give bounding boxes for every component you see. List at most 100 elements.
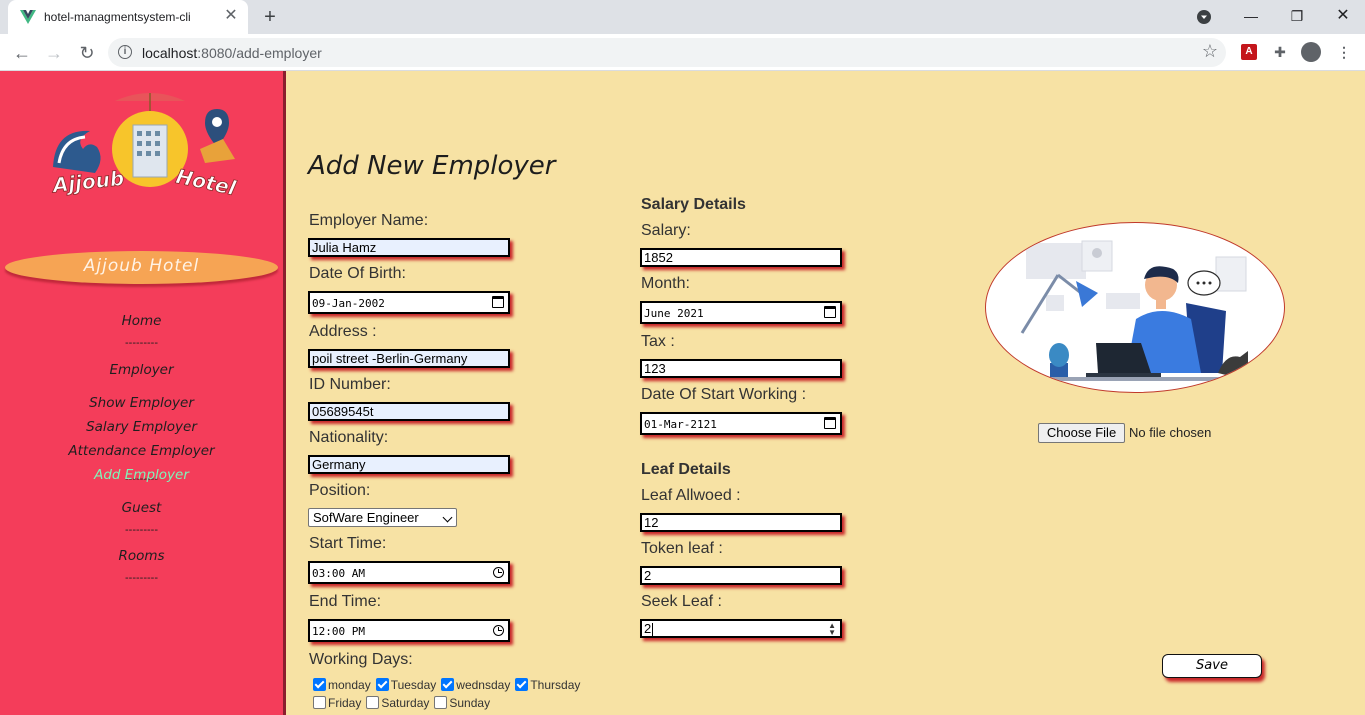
salary-field[interactable]: 1852 — [640, 248, 842, 267]
nav-separator: --------- — [125, 337, 158, 349]
working-days-row-1: monday Tuesday wednsday Thursday — [313, 678, 585, 692]
page: Ajjoub Hotel Ajjoub Hotel Home ---------… — [0, 71, 1365, 715]
leaf-allowed-field[interactable]: 12 — [640, 513, 842, 532]
svg-text:Ajjoub: Ajjoub — [50, 166, 126, 198]
info-icon[interactable]: i — [118, 45, 132, 59]
browser-tab[interactable]: hotel-managmentsystem-cli ✕ — [8, 0, 248, 34]
day-thursday[interactable]: Thursday — [515, 678, 580, 692]
checkbox-sunday[interactable] — [434, 696, 448, 709]
start-time-label: Start Time: — [309, 535, 387, 552]
id-number-label: ID Number: — [309, 376, 391, 393]
month-input[interactable]: June 2021 — [640, 301, 842, 324]
brand-banner: Ajjoub Hotel — [5, 251, 278, 284]
hotel-logo: Ajjoub Hotel — [49, 93, 239, 201]
checkbox-tuesday[interactable] — [375, 678, 389, 691]
address-field[interactable]: poil street -Berlin-Germany — [308, 349, 510, 368]
sidebar-item-attendance-employer[interactable]: Attendance Employer — [0, 443, 283, 459]
tab-search-icon[interactable] — [1196, 9, 1212, 25]
svg-text:Hotel: Hotel — [174, 164, 239, 200]
day-friday[interactable]: Friday — [313, 696, 361, 710]
tax-label: Tax : — [641, 333, 675, 350]
nationality-field[interactable]: Germany — [308, 455, 510, 474]
day-monday[interactable]: monday — [313, 678, 371, 692]
seek-leaf-label: Seek Leaf : — [641, 593, 722, 610]
checkbox-monday[interactable] — [313, 678, 326, 691]
checkbox-saturday[interactable] — [366, 696, 380, 709]
forward-button[interactable]: → — [41, 40, 67, 66]
save-button[interactable]: Save — [1162, 654, 1262, 678]
day-tuesday[interactable]: Tuesday — [375, 678, 437, 692]
address-bar[interactable]: i localhost:8080/add-employer ☆ — [108, 38, 1226, 67]
nav-separator: --------- — [125, 572, 158, 584]
day-saturday-label: Saturday — [381, 696, 430, 710]
sidebar-item-guest[interactable]: Guest — [0, 500, 283, 516]
working-days-row-2: Friday Saturday Sunday — [313, 696, 495, 710]
back-button[interactable]: ← — [9, 40, 35, 66]
reload-button[interactable]: ↻ — [74, 40, 100, 66]
spinner-arrows-icon[interactable]: ▲ ▼ — [828, 622, 836, 637]
menu-kebab-icon[interactable]: ⋮ — [1334, 42, 1354, 62]
token-leaf-field[interactable]: 2 — [640, 566, 842, 585]
working-days-label: Working Days: — [309, 651, 413, 668]
calendar-icon[interactable] — [492, 296, 504, 308]
url-host: localhost — [142, 45, 198, 61]
profile-avatar-icon[interactable] — [1301, 42, 1321, 62]
minimize-button[interactable]: — — [1239, 4, 1263, 28]
url-text[interactable]: localhost:8080/add-employer — [142, 45, 322, 61]
sidebar-item-employer[interactable]: Employer — [0, 362, 283, 378]
month-value: June 2021 — [644, 307, 704, 320]
sidebar-item-show-employer[interactable]: Show Employer — [0, 395, 283, 411]
checkbox-wednesday[interactable] — [441, 678, 455, 691]
puzzle-extensions-icon[interactable]: ✚ — [1270, 42, 1290, 62]
leaf-allowed-label: Leaf Allwoed : — [641, 487, 741, 504]
start-time-input[interactable]: 03:00 AM — [308, 561, 510, 584]
day-saturday[interactable]: Saturday — [366, 696, 429, 710]
day-wednesday-label: wednsday — [456, 678, 511, 692]
checkbox-thursday[interactable] — [515, 678, 529, 691]
brand-name: Ajjoub Hotel — [83, 256, 200, 276]
sidebar-divider — [283, 71, 286, 715]
token-leaf-label: Token leaf : — [641, 540, 723, 557]
sidebar-item-add-employer[interactable]: Add Employer — [0, 467, 283, 483]
text-caret — [652, 623, 654, 636]
office-worker-image — [1016, 240, 1266, 381]
restore-button[interactable]: ❐ — [1285, 4, 1309, 28]
checkbox-friday[interactable] — [313, 696, 326, 709]
end-time-input[interactable]: 12:00 PM — [308, 619, 510, 642]
end-time-value: 12:00 PM — [312, 625, 365, 638]
bookmark-star-icon[interactable]: ☆ — [1202, 41, 1218, 62]
day-sunday[interactable]: Sunday — [434, 696, 490, 710]
close-window-button[interactable]: ✕ — [1331, 4, 1355, 28]
calendar-icon[interactable] — [824, 306, 836, 318]
nav-separator: --------- — [125, 524, 158, 536]
url-path: :8080/add-employer — [197, 45, 322, 61]
close-tab-icon[interactable]: ✕ — [222, 7, 240, 25]
clock-icon[interactable] — [493, 567, 504, 578]
day-wednesday[interactable]: wednsday — [441, 678, 510, 692]
seek-leaf-field[interactable]: 2 ▲ ▼ — [640, 619, 842, 638]
employer-name-field[interactable]: Julia Hamz — [308, 238, 510, 257]
sidebar-item-rooms[interactable]: Rooms — [0, 548, 283, 564]
sidebar-item-salary-employer[interactable]: Salary Employer — [0, 419, 283, 435]
employee-illustration — [985, 222, 1285, 393]
position-select[interactable]: SofWare Engineer — [308, 508, 457, 527]
id-number-field[interactable]: 05689545t — [308, 402, 510, 421]
day-tuesday-label: Tuesday — [390, 678, 437, 692]
new-tab-button[interactable]: + — [258, 5, 282, 29]
start-working-date-input[interactable]: 01-Mar-2121 — [640, 412, 842, 435]
vue-logo-icon — [20, 10, 36, 24]
tab-title: hotel-managmentsystem-cli — [44, 10, 191, 24]
day-friday-label: Friday — [328, 696, 362, 710]
sidebar-item-home[interactable]: Home — [0, 313, 283, 329]
tax-field[interactable]: 123 — [640, 359, 842, 378]
month-label: Month: — [641, 275, 690, 292]
choose-file-button[interactable]: Choose File — [1038, 423, 1125, 443]
clock-icon[interactable] — [493, 625, 504, 636]
seek-leaf-value: 2 — [644, 621, 652, 636]
nationality-label: Nationality: — [309, 429, 389, 446]
end-time-label: End Time: — [309, 593, 382, 610]
calendar-icon[interactable] — [824, 417, 836, 429]
pdf-extension-icon[interactable]: A — [1239, 42, 1259, 62]
dob-date-input[interactable]: 09-Jan-2002 — [308, 291, 510, 314]
salary-details-heading: Salary Details — [641, 196, 746, 213]
